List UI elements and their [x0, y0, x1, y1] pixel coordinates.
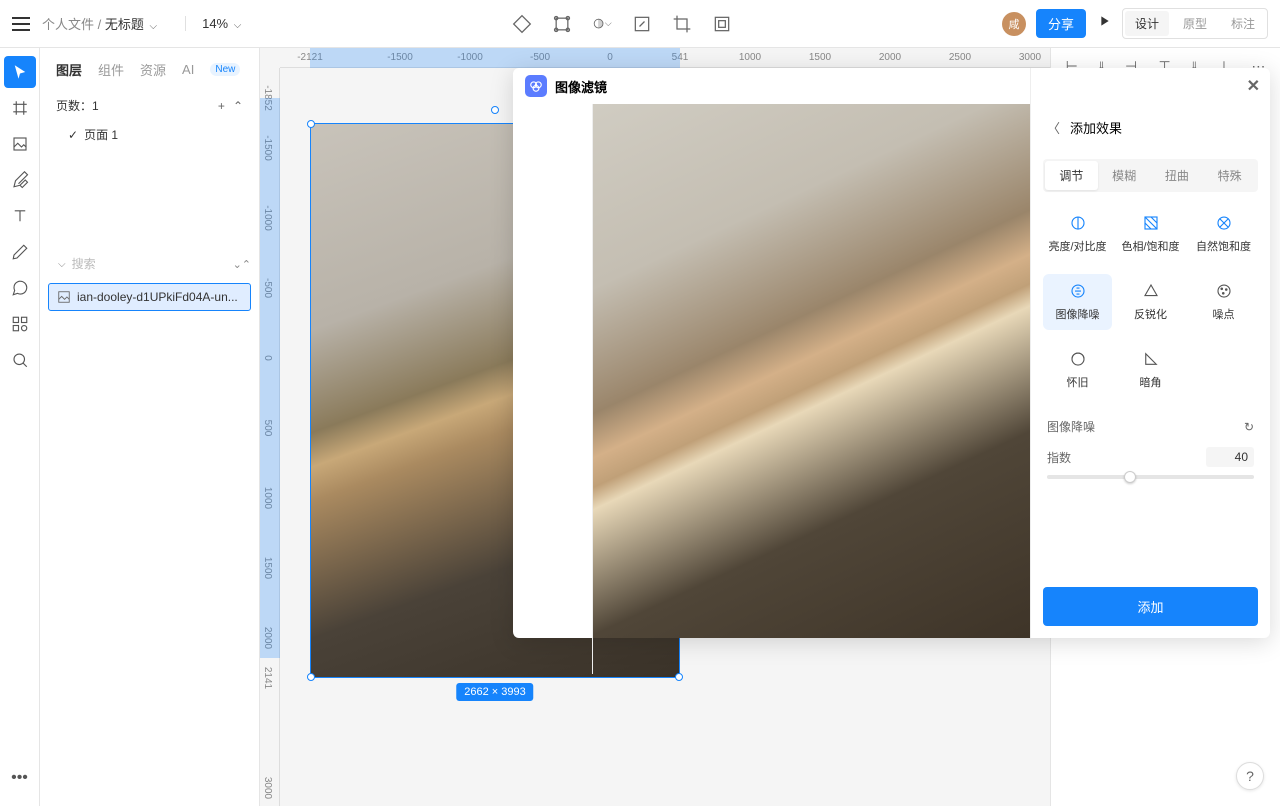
share-button[interactable]: 分享 [1036, 9, 1086, 38]
bounding-box-icon[interactable] [552, 14, 572, 34]
tab-assets[interactable]: 资源 [140, 60, 166, 79]
pages-label: 页数： [56, 99, 92, 113]
image-filter-popup: 图像滤镜 ✕ 〈 添加效果 调节 模糊 扭曲 特殊 亮度/对比度 色相/饱和度 … [513, 68, 1270, 638]
popup-preview [593, 104, 1030, 638]
effect-brightness[interactable]: 亮度/对比度 [1043, 206, 1112, 262]
effect-vintage[interactable]: 怀旧 [1043, 342, 1112, 398]
search-tool[interactable] [4, 344, 36, 376]
chevron-down-icon: ⌵ [234, 20, 242, 31]
collapse-layers-icon[interactable]: ⌄⌃ [233, 258, 251, 271]
tab-components[interactable]: 组件 [98, 60, 124, 79]
effect-vibrance[interactable]: 自然饱和度 [1189, 206, 1258, 262]
effect-denoise[interactable]: 图像降噪 [1043, 274, 1112, 330]
tab-ai[interactable]: AI [182, 62, 194, 77]
left-panel: 图层 组件 资源 AI New 页数：1 + ⌃ 页面 1 ⌵ ⌄⌃ ian-d… [40, 48, 260, 806]
param-slider[interactable] [1047, 475, 1254, 479]
tab-special[interactable]: 特殊 [1203, 161, 1256, 190]
frame-tool[interactable] [4, 92, 36, 124]
layer-name: ian-dooley-d1UPkiFd04A-un... [77, 290, 238, 304]
param-title: 图像降噪 [1047, 418, 1095, 435]
effect-hue[interactable]: 色相/饱和度 [1116, 206, 1185, 262]
breadcrumb-title: 无标题 [105, 17, 144, 32]
ruler-v-selection [260, 98, 280, 658]
play-icon[interactable] [1096, 13, 1112, 34]
select-tool[interactable] [4, 56, 36, 88]
image-layer-icon [57, 290, 71, 304]
comment-tool[interactable] [4, 272, 36, 304]
image-tool[interactable] [4, 128, 36, 160]
page-item[interactable]: 页面 1 [40, 120, 259, 149]
more-icon[interactable]: ••• [4, 762, 36, 794]
left-toolbar: ••• [0, 48, 40, 806]
edit-icon[interactable] [632, 14, 652, 34]
tab-blur[interactable]: 模糊 [1098, 161, 1151, 190]
param-input[interactable] [1206, 447, 1254, 467]
mode-prototype[interactable]: 原型 [1173, 11, 1217, 36]
pen-tool[interactable] [4, 164, 36, 196]
frame-icon[interactable] [712, 14, 732, 34]
pages-count: 1 [92, 99, 99, 113]
back-icon[interactable]: 〈 [1047, 118, 1060, 137]
new-badge: New [210, 63, 240, 76]
tab-adjust[interactable]: 调节 [1045, 161, 1098, 190]
breadcrumb-folder: 个人文件 / [42, 17, 101, 32]
pencil-tool[interactable] [4, 236, 36, 268]
resize-handle-br[interactable] [675, 673, 683, 681]
help-button[interactable]: ? [1236, 762, 1264, 790]
layer-search-input[interactable] [72, 257, 227, 271]
crop-icon[interactable] [672, 14, 692, 34]
contrast-icon[interactable]: ⌵ [592, 14, 612, 34]
ruler-h-selection [310, 48, 680, 68]
mode-tabs: 设计 原型 标注 [1122, 8, 1268, 39]
param-label: 指数 [1047, 449, 1071, 466]
popup-nav-title: 添加效果 [1070, 118, 1122, 137]
reset-icon[interactable]: ↻ [1244, 420, 1254, 434]
top-bar: 个人文件 / 无标题 ⌵ 14% ⌵ ⌵ 咸 分享 设计 原型 标注 [0, 0, 1280, 48]
breadcrumb[interactable]: 个人文件 / 无标题 ⌵ [42, 14, 157, 33]
components-tool[interactable] [4, 308, 36, 340]
zoom-level[interactable]: 14% ⌵ [185, 16, 241, 31]
mode-annotate[interactable]: 标注 [1221, 11, 1265, 36]
chevron-down-icon[interactable]: ⌵ [58, 259, 66, 270]
effect-sharpen[interactable]: 反锐化 [1116, 274, 1185, 330]
slider-thumb[interactable] [1124, 471, 1136, 483]
text-tool[interactable] [4, 200, 36, 232]
menu-icon[interactable] [12, 17, 30, 31]
effect-vignette[interactable]: 暗角 [1116, 342, 1185, 398]
tab-layers[interactable]: 图层 [56, 60, 82, 79]
popup-title: 图像滤镜 [555, 77, 607, 96]
avatar[interactable]: 咸 [1002, 12, 1026, 36]
collapse-icon[interactable]: ⌃ [233, 99, 243, 113]
popup-thumbnails [513, 104, 593, 674]
resize-handle-tl[interactable] [307, 120, 315, 128]
add-page-icon[interactable]: + [218, 99, 225, 113]
effect-noise[interactable]: 噪点 [1189, 274, 1258, 330]
dimensions-badge: 2662 × 3993 [456, 683, 533, 701]
layer-item[interactable]: ian-dooley-d1UPkiFd04A-un... [48, 283, 251, 311]
resize-handle-bl[interactable] [307, 673, 315, 681]
close-icon[interactable]: ✕ [1247, 76, 1260, 96]
filter-app-icon [525, 75, 547, 97]
add-button[interactable]: 添加 [1043, 587, 1258, 626]
tab-distort[interactable]: 扭曲 [1151, 161, 1204, 190]
mode-design[interactable]: 设计 [1125, 11, 1169, 36]
chevron-down-icon[interactable]: ⌵ [150, 21, 158, 32]
rotate-handle[interactable] [491, 106, 499, 114]
diamond-icon[interactable] [512, 14, 532, 34]
